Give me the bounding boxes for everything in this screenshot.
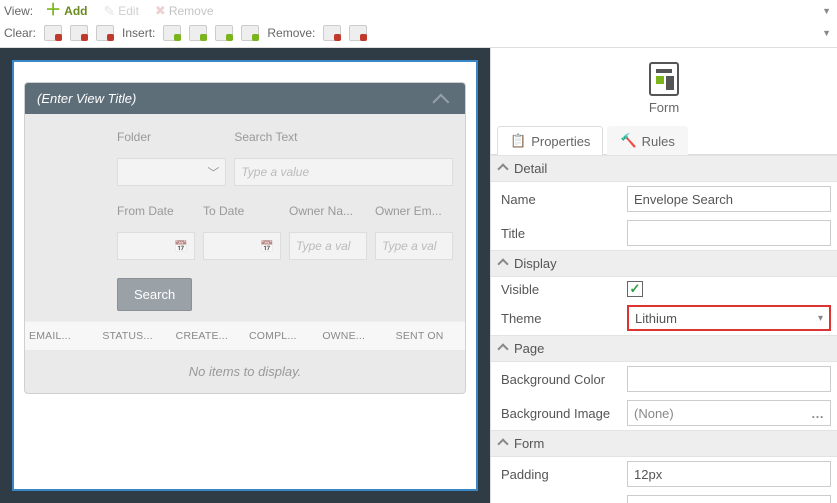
clear-cell-icon[interactable]	[96, 25, 114, 41]
owner-email-input[interactable]: Type a val	[375, 232, 453, 260]
owner-email-label: Owner Em...	[375, 204, 453, 218]
folder-select[interactable]: ﹀	[117, 158, 226, 186]
chevron-down-icon: ▾	[818, 313, 823, 324]
chevron-up-icon	[499, 161, 509, 176]
padding-label: Padding	[497, 467, 627, 482]
insert-col-left-icon[interactable]	[163, 25, 181, 41]
insert-label: Insert:	[122, 26, 155, 40]
visible-checkbox[interactable]: ✓	[627, 281, 643, 297]
form-icon	[649, 62, 679, 96]
properties-icon	[510, 133, 526, 149]
grid-empty-text: No items to display.	[25, 350, 465, 393]
padding-input[interactable]	[627, 461, 831, 487]
bg-color-label: Background Color	[497, 372, 627, 387]
col-owner[interactable]: OWNE...	[318, 322, 391, 350]
from-date-label: From Date	[117, 204, 195, 218]
view-label: View:	[4, 4, 33, 18]
to-date-input[interactable]	[203, 232, 281, 260]
theme-select[interactable]: Lithium▾	[627, 305, 831, 331]
insert-row-below-icon[interactable]	[241, 25, 259, 41]
remove-button[interactable]: Remove	[151, 2, 218, 20]
remove-col-icon[interactable]	[323, 25, 341, 41]
plus-icon	[45, 4, 61, 18]
chevron-down-icon: ﹀	[207, 164, 219, 181]
owner-name-label: Owner Na...	[289, 204, 367, 218]
chevron-up-icon	[499, 256, 509, 271]
panel-heading: Form	[491, 100, 837, 115]
col-created[interactable]: CREATE...	[172, 322, 245, 350]
title-label: Title	[497, 226, 627, 241]
search-text-input[interactable]: Type a value	[234, 158, 453, 186]
insert-row-above-icon[interactable]	[215, 25, 233, 41]
section-form[interactable]: Form	[491, 430, 837, 457]
pencil-icon	[103, 3, 115, 20]
design-canvas: (Enter View Title) Folder ﹀ Search Text …	[0, 48, 490, 503]
name-label: Name	[497, 192, 627, 207]
tab-properties[interactable]: Properties	[497, 126, 603, 155]
col-status[interactable]: STATUS...	[98, 322, 171, 350]
add-button[interactable]: Add	[41, 3, 91, 19]
properties-panel: Form Properties Rules Detail Name Title …	[490, 48, 837, 503]
chevron-up-icon	[499, 341, 509, 356]
chevron-up-icon	[499, 436, 509, 451]
calendar-icon	[260, 239, 274, 253]
section-display[interactable]: Display	[491, 250, 837, 277]
view-dropdown[interactable]: ▼	[820, 6, 833, 16]
bg-image-picker[interactable]: (None)…	[627, 400, 831, 426]
col-senton[interactable]: SENT ON	[392, 322, 465, 350]
visible-label: Visible	[497, 282, 627, 297]
calendar-icon	[174, 239, 188, 253]
clear-col-right-icon[interactable]	[70, 25, 88, 41]
name-input[interactable]	[627, 186, 831, 212]
theme-label: Theme	[497, 311, 627, 326]
col-email[interactable]: EMAIL...	[25, 322, 98, 350]
folder-label: Folder	[117, 130, 226, 144]
x-icon	[155, 3, 166, 19]
insert-col-right-icon[interactable]	[189, 25, 207, 41]
bg-color-input[interactable]	[627, 366, 831, 392]
to-date-label: To Date	[203, 204, 281, 218]
clear-label: Clear:	[4, 26, 36, 40]
section-page[interactable]: Page	[491, 335, 837, 362]
owner-name-input[interactable]: Type a val	[289, 232, 367, 260]
ellipsis-icon[interactable]: …	[811, 406, 824, 421]
edit-button[interactable]: Edit	[99, 2, 142, 21]
collapse-icon[interactable]	[437, 94, 453, 104]
col-completed[interactable]: COMPL...	[245, 322, 318, 350]
form-title-bar[interactable]: (Enter View Title)	[25, 83, 465, 114]
margin-input[interactable]	[627, 495, 831, 503]
form-title-placeholder: (Enter View Title)	[37, 91, 136, 106]
remove-layout-label: Remove:	[267, 26, 315, 40]
layout-dropdown[interactable]: ▼	[820, 28, 833, 38]
from-date-input[interactable]	[117, 232, 195, 260]
title-input[interactable]	[627, 220, 831, 246]
form-surface[interactable]: (Enter View Title) Folder ﹀ Search Text …	[12, 60, 478, 491]
search-button[interactable]: Search	[117, 278, 192, 311]
clear-col-left-icon[interactable]	[44, 25, 62, 41]
bg-image-label: Background Image	[497, 406, 627, 421]
grid-header: EMAIL... STATUS... CREATE... COMPL... OW…	[25, 321, 465, 350]
toolbar: View: Add Edit Remove ▼ Clear: Insert: R…	[0, 0, 837, 48]
section-detail[interactable]: Detail	[491, 155, 837, 182]
search-text-label: Search Text	[234, 130, 453, 144]
tab-rules[interactable]: Rules	[607, 126, 687, 155]
rules-icon	[620, 133, 636, 149]
remove-row-icon[interactable]	[349, 25, 367, 41]
